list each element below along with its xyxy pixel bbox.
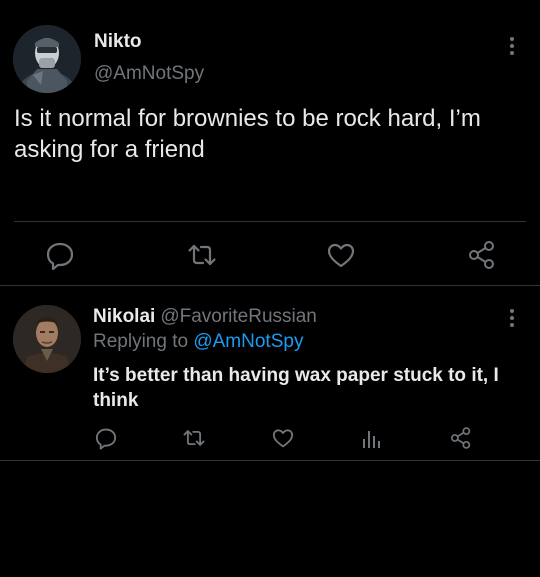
masked-soldier-avatar-icon — [13, 25, 81, 93]
retweet-icon[interactable] — [181, 425, 207, 451]
retweet-icon[interactable] — [185, 238, 219, 272]
more-options-icon[interactable] — [504, 34, 520, 58]
author-name[interactable]: Nikolai — [93, 306, 155, 327]
author-handle[interactable]: @FavoriteRussian — [160, 306, 317, 327]
reply-icon[interactable] — [43, 238, 77, 272]
avatar[interactable] — [13, 305, 81, 373]
share-icon[interactable] — [448, 425, 474, 451]
avatar[interactable] — [13, 25, 81, 93]
twitter-thread-screen: Nikto @AmNotSpy Is it normal for brownie… — [0, 0, 540, 577]
replying-to-link[interactable]: @AmNotSpy — [193, 331, 303, 352]
reply-text: It’s better than having wax paper stuck … — [93, 365, 499, 411]
divider — [14, 221, 526, 222]
replying-to-line: Replying to @AmNotSpy — [93, 331, 303, 353]
author-handle[interactable]: @AmNotSpy — [94, 63, 204, 85]
author-name[interactable]: Nikto — [94, 31, 142, 53]
reply-header: Nikolai @FavoriteRussian — [93, 306, 317, 328]
man-portrait-avatar-icon — [13, 305, 81, 373]
tweet-text: Is it normal for brownies to be rock har… — [14, 105, 481, 163]
reply-icon[interactable] — [93, 425, 119, 451]
more-options-icon[interactable] — [504, 306, 520, 330]
like-icon[interactable] — [324, 238, 358, 272]
divider — [0, 460, 540, 461]
main-tweet[interactable]: Nikto @AmNotSpy Is it normal for brownie… — [0, 0, 540, 285]
share-icon[interactable] — [465, 238, 499, 272]
like-icon[interactable] — [270, 425, 296, 451]
divider — [0, 285, 540, 286]
analytics-icon[interactable] — [358, 425, 384, 451]
replying-prefix: Replying to — [93, 331, 189, 352]
